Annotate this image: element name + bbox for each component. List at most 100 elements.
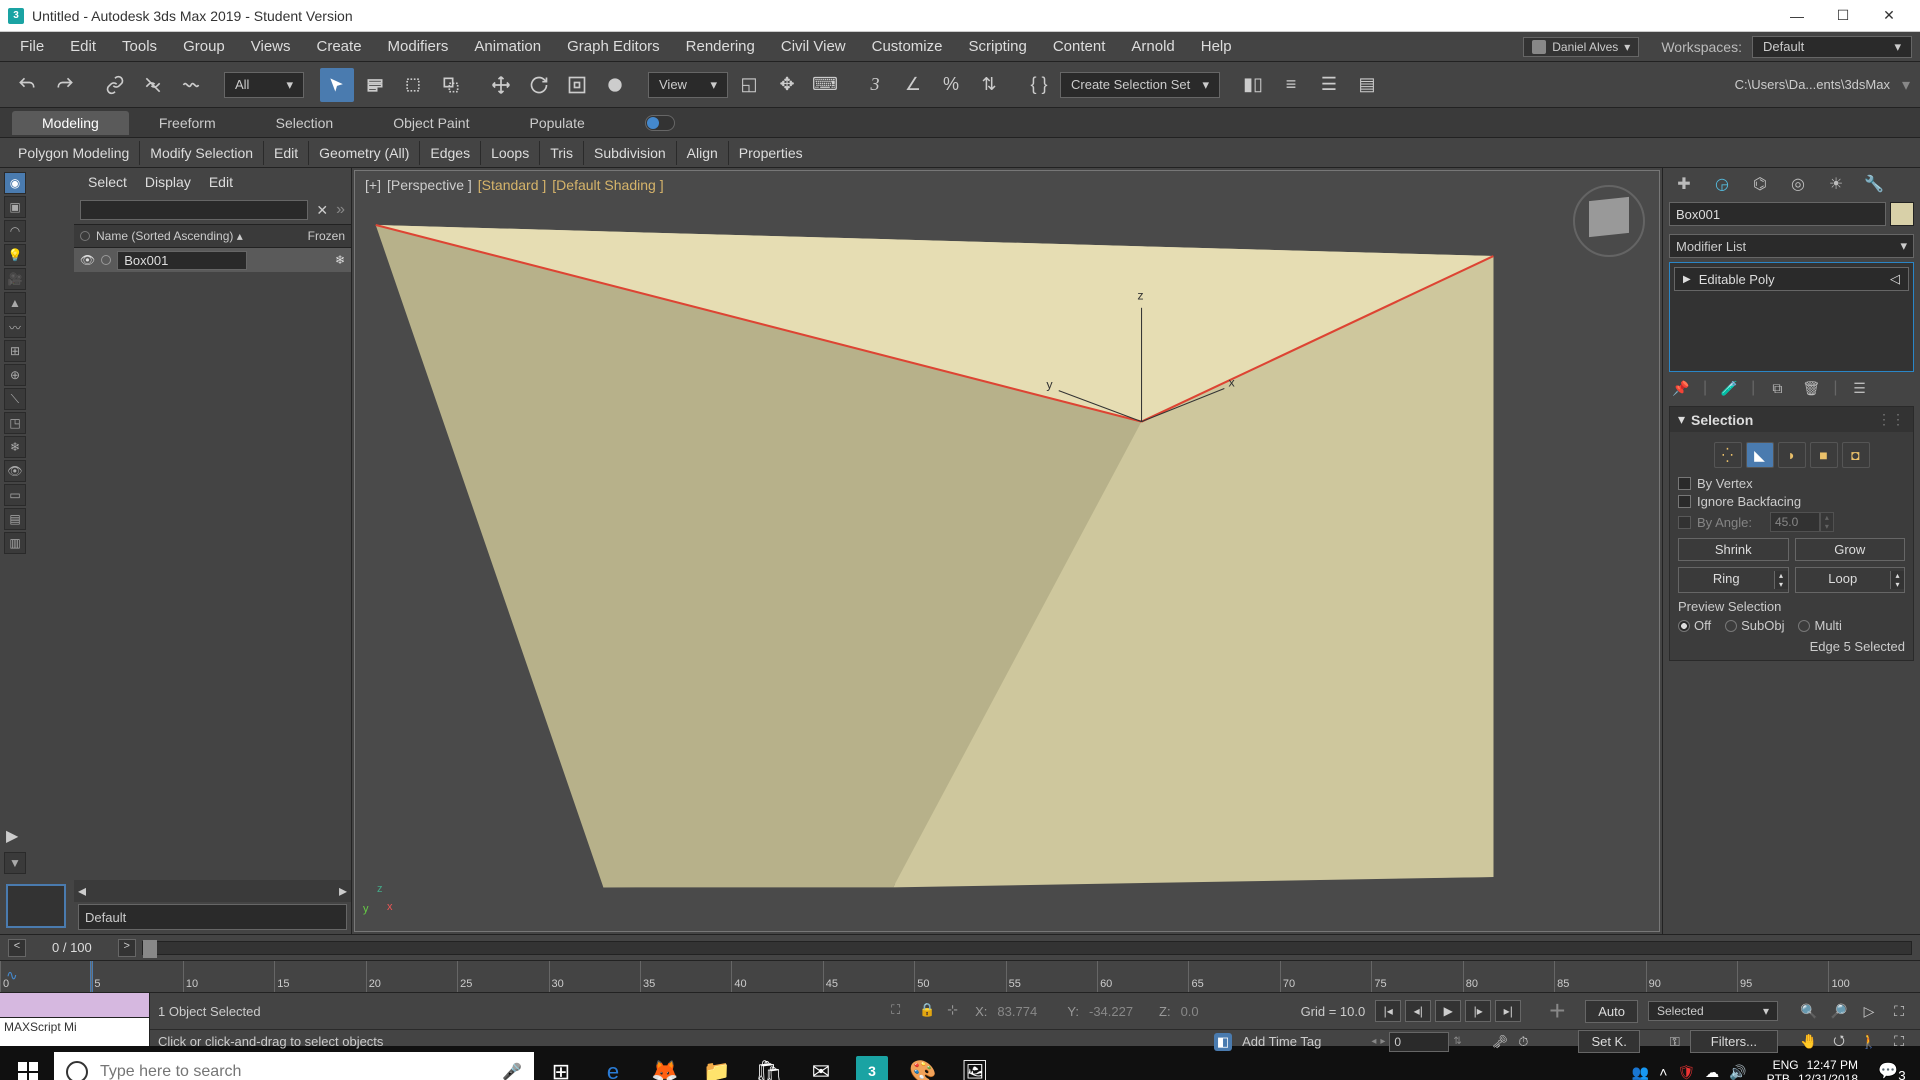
named-selection-button[interactable]: { } xyxy=(1022,68,1056,102)
scene-menu-edit[interactable]: Edit xyxy=(209,174,233,190)
ribbon-minimize-toggle[interactable] xyxy=(645,115,675,131)
close-button[interactable]: ✕ xyxy=(1866,0,1912,32)
minimize-button[interactable]: ― xyxy=(1774,0,1820,32)
move-button[interactable] xyxy=(484,68,518,102)
ribbon-panel-loops[interactable]: Loops xyxy=(481,141,540,165)
scale-button[interactable] xyxy=(560,68,594,102)
play-button[interactable]: ▶ xyxy=(1435,1000,1461,1022)
scene-item-name[interactable]: Box001 xyxy=(117,251,247,270)
play-preview-icon[interactable]: ▶ xyxy=(6,826,24,844)
zoom-region-icon[interactable]: ⛶ xyxy=(1886,1000,1912,1022)
menu-rendering[interactable]: Rendering xyxy=(674,34,767,59)
menu-tools[interactable]: Tools xyxy=(110,34,169,59)
display-frozen-icon[interactable]: ❄ xyxy=(4,436,26,458)
key-filters-selected-dropdown[interactable]: Selected▾ xyxy=(1648,1001,1778,1021)
maxscript-listener-output[interactable] xyxy=(0,993,149,1018)
modifier-list-dropdown[interactable]: Modifier List ▾ xyxy=(1669,234,1914,258)
configure-modifier-sets-icon[interactable]: ☰ xyxy=(1847,376,1871,400)
display-cameras-icon[interactable]: 🎥 xyxy=(4,268,26,290)
spinner-snap-button[interactable]: ⇅ xyxy=(972,68,1006,102)
key-filters-button[interactable]: Filters... xyxy=(1690,1030,1778,1053)
goto-end-button[interactable]: ▸| xyxy=(1495,1000,1521,1022)
ribbon-panel-geometry-all[interactable]: Geometry (All) xyxy=(309,141,420,165)
lock-icon[interactable]: 🔒 xyxy=(919,1002,937,1020)
menu-scripting[interactable]: Scripting xyxy=(956,34,1038,59)
walk-through-icon[interactable]: 🚶 xyxy=(1856,1031,1882,1053)
scene-hscroll[interactable]: ◂▸ xyxy=(74,880,351,902)
create-panel-tab[interactable]: ✚ xyxy=(1669,172,1699,196)
layer-explorer-button[interactable]: ☰ xyxy=(1312,68,1346,102)
motion-panel-tab[interactable]: ◎ xyxy=(1783,172,1813,196)
subobj-border-button[interactable]: ◗ xyxy=(1778,442,1806,468)
orbit-icon[interactable]: ⭯ xyxy=(1826,1031,1852,1053)
time-ruler[interactable]: ∿ 05101520253035404550556065707580859095… xyxy=(0,960,1920,992)
snap-toggle-button[interactable]: 3 xyxy=(858,68,892,102)
maxscript-listener-input[interactable]: MAXScript Mi xyxy=(0,1018,149,1046)
ribbon-tab-populate[interactable]: Populate xyxy=(499,111,614,135)
by-vertex-checkbox[interactable]: By Vertex xyxy=(1678,476,1905,491)
expand-icon[interactable]: » xyxy=(336,201,345,219)
scene-menu-select[interactable]: Select xyxy=(88,174,127,190)
time-next-button[interactable]: > xyxy=(118,939,136,957)
show-end-result-icon[interactable]: 🧪 xyxy=(1717,376,1741,400)
link-button[interactable] xyxy=(98,68,132,102)
utilities-panel-tab[interactable]: 🔧 xyxy=(1859,172,1889,196)
ribbon-tab-selection[interactable]: Selection xyxy=(246,111,364,135)
photos-icon[interactable]: 🖼 xyxy=(950,1048,1000,1080)
set-key-mode-button[interactable]: Set K. xyxy=(1578,1030,1639,1053)
display-shapes-icon[interactable]: ◠ xyxy=(4,220,26,242)
ring-button[interactable]: Ring▴▾ xyxy=(1678,567,1789,593)
ribbon-tab-modeling[interactable]: Modeling xyxy=(12,111,129,135)
mirror-button[interactable]: ▮▯ xyxy=(1236,68,1270,102)
keyboard-shortcut-button[interactable]: ⌨ xyxy=(808,68,842,102)
display-container-icon[interactable]: ◳ xyxy=(4,412,26,434)
preview-off-radio[interactable]: Off xyxy=(1678,618,1711,633)
axis-icon[interactable]: ⊹ xyxy=(947,1002,965,1020)
menu-edit[interactable]: Edit xyxy=(58,34,108,59)
zoom-all-icon[interactable]: 🔎 xyxy=(1826,1000,1852,1022)
angle-snap-button[interactable]: ∠ xyxy=(896,68,930,102)
task-view-icon[interactable]: ⊞ xyxy=(536,1048,586,1080)
user-account-button[interactable]: Daniel Alves ▾ xyxy=(1523,37,1639,57)
onedrive-icon[interactable]: ☁ xyxy=(1705,1064,1719,1080)
shrink-button[interactable]: Shrink xyxy=(1678,538,1789,561)
ribbon-panel-polygon-modeling[interactable]: Polygon Modeling xyxy=(8,141,140,165)
clear-filter-icon[interactable]: ✕ xyxy=(312,202,332,219)
by-angle-value[interactable] xyxy=(1770,512,1820,532)
grow-button[interactable]: Grow xyxy=(1795,538,1906,561)
scene-item-row[interactable]: 👁 Box001 ❄ xyxy=(74,248,351,272)
by-angle-checkbox[interactable]: By Angle: ▴▾ xyxy=(1678,512,1905,532)
rectangular-region-button[interactable] xyxy=(396,68,430,102)
menu-graph-editors[interactable]: Graph Editors xyxy=(555,34,672,59)
manipulate-button[interactable]: ✥ xyxy=(770,68,804,102)
prev-frame-button[interactable]: ◂| xyxy=(1405,1000,1431,1022)
menu-file[interactable]: File xyxy=(8,34,56,59)
unlink-button[interactable] xyxy=(136,68,170,102)
pan-view-icon[interactable]: 🤚 xyxy=(1796,1031,1822,1053)
menu-group[interactable]: Group xyxy=(171,34,237,59)
eye-icon[interactable]: 👁 xyxy=(80,253,95,267)
subobj-edge-button[interactable]: ◣ xyxy=(1746,442,1774,468)
workspace-dropdown[interactable]: Default ▾ xyxy=(1752,36,1912,58)
menu-arnold[interactable]: Arnold xyxy=(1119,34,1186,59)
maximize-button[interactable]: ☐ xyxy=(1820,0,1866,32)
display-groups-icon[interactable]: ⊞ xyxy=(4,340,26,362)
taskbar-search-input[interactable] xyxy=(100,1063,490,1080)
action-center-icon[interactable]: 💬3 xyxy=(1868,1061,1916,1080)
chevron-down-icon[interactable]: ▾ xyxy=(1902,75,1910,95)
time-config-icon[interactable]: ⏱ xyxy=(1518,1034,1528,1050)
menu-help[interactable]: Help xyxy=(1189,34,1244,59)
bind-spacewarp-button[interactable] xyxy=(174,68,208,102)
frame-next-icon[interactable]: ▸ xyxy=(1380,1036,1385,1047)
goto-start-button[interactable]: |◂ xyxy=(1375,1000,1401,1022)
key-filters-icon[interactable]: ⚿ xyxy=(1670,1034,1680,1050)
edge-icon[interactable]: e xyxy=(588,1048,638,1080)
ribbon-panel-subdivision[interactable]: Subdivision xyxy=(584,141,677,165)
file-explorer-icon[interactable]: 📁 xyxy=(692,1048,742,1080)
menu-modifiers[interactable]: Modifiers xyxy=(376,34,461,59)
menu-create[interactable]: Create xyxy=(305,34,374,59)
add-time-tag-button[interactable]: Add Time Tag xyxy=(1242,1034,1321,1049)
preview-subobj-radio[interactable]: SubObj xyxy=(1725,618,1784,633)
toggle-ribbon-button[interactable]: ▤ xyxy=(1350,68,1384,102)
time-slider[interactable] xyxy=(142,941,1912,955)
